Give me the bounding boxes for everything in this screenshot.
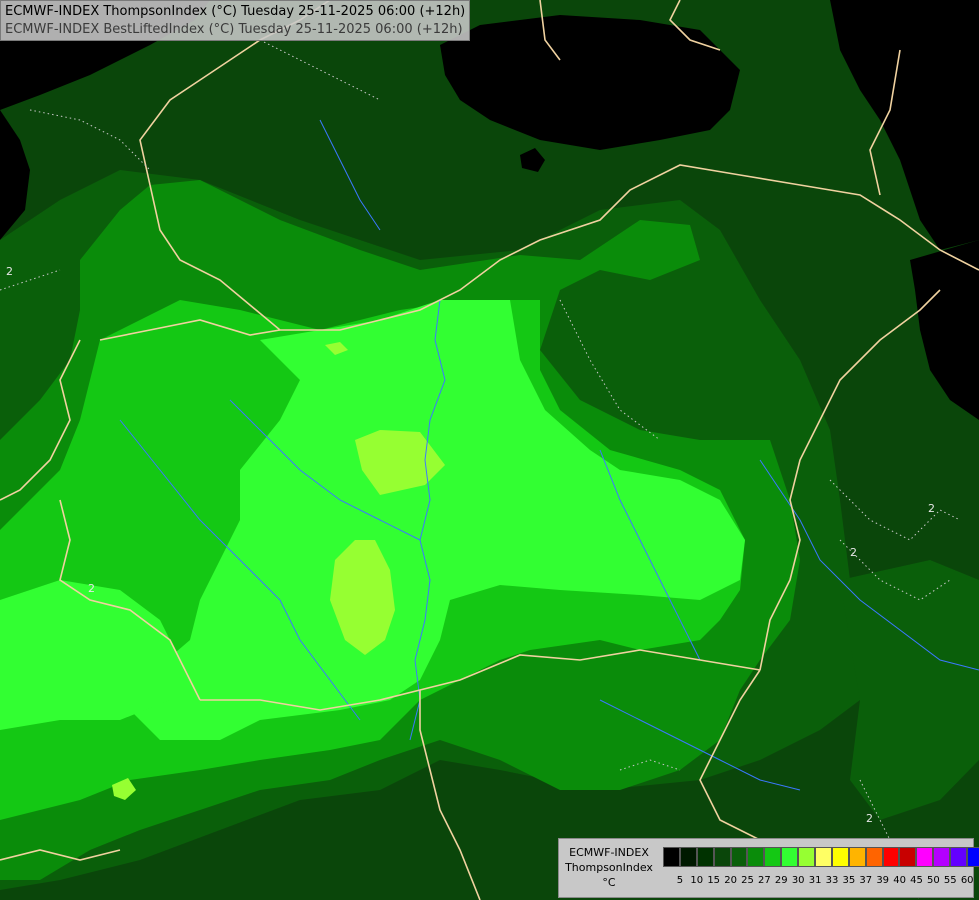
map-title-box: ECMWF-INDEX ThompsonIndex (°C) Tuesday 2… [0, 0, 471, 41]
legend-color-swatch [950, 847, 968, 867]
legend-color-swatch [747, 847, 765, 867]
legend-color-swatch [916, 847, 934, 867]
legend-color-swatch [730, 847, 748, 867]
color-legend: ECMWF-INDEX ThompsonIndex °C 5 10 15 20 25 27… [558, 838, 979, 898]
legend-color-bar [663, 847, 979, 867]
legend-color-swatch [933, 847, 951, 867]
legend-color-swatch [865, 847, 883, 867]
legend-tick-label: 15 [707, 875, 721, 886]
contour-label: 2 [928, 502, 935, 515]
legend-tick-label: 35 [842, 875, 856, 886]
legend-color-swatch [831, 847, 849, 867]
map-title-thompson: ECMWF-INDEX ThompsonIndex (°C) Tuesday 2… [5, 4, 466, 19]
legend-color-swatch [815, 847, 832, 867]
legend-tick-label: 33 [825, 875, 839, 886]
legend-tick-label: 39 [876, 875, 890, 886]
legend-color-swatch [848, 847, 866, 867]
legend-color-swatch [798, 847, 816, 867]
legend-tick-label: 29 [774, 875, 788, 886]
legend-tick-label: 60 [960, 875, 974, 886]
legend-tick-label: 20 [724, 875, 737, 886]
legend-color-swatch [899, 847, 917, 867]
legend-unit: °C [602, 876, 616, 889]
legend-title: ECMWF-INDEX ThompsonIndex °C [561, 845, 657, 890]
contour-label: 2 [850, 546, 857, 559]
legend-source: ECMWF-INDEX [569, 846, 649, 859]
weather-map: 2 2 2 2 2 [0, 0, 979, 900]
legend-tick-label: 37 [859, 875, 873, 886]
legend-variable: ThompsonIndex [565, 861, 653, 874]
legend-color-swatch [882, 847, 900, 867]
legend-labels: 5 10 15 20 25 27 29 30 31 33 35 37 39 40 45 50 55 60 [663, 875, 974, 889]
legend-tick-label: 31 [808, 875, 822, 886]
legend-color-swatch [781, 847, 799, 867]
contour-label: 2 [866, 812, 873, 825]
contour-label: 2 [6, 265, 13, 278]
legend-color-swatch [696, 847, 714, 867]
legend-color-swatch [679, 847, 697, 867]
contour-label: 2 [88, 582, 95, 595]
legend-tick-label: 25 [741, 875, 754, 886]
legend-tick-label: 40 [893, 875, 906, 886]
legend-tick-label: 45 [910, 875, 923, 886]
legend-color-swatch [967, 847, 979, 867]
legend-tick-label: 30 [791, 875, 805, 886]
legend-color-swatch [764, 847, 782, 867]
legend-tick-label: 10 [690, 875, 704, 886]
legend-tick-label: 50 [927, 875, 940, 886]
map-title-lifted: ECMWF-INDEX BestLiftedIndex (°C) Tuesday… [5, 22, 463, 37]
legend-tick-label: 5 [676, 875, 684, 886]
legend-tick-label: 55 [943, 875, 957, 886]
legend-color-swatch [663, 847, 680, 867]
legend-color-swatch [713, 847, 731, 867]
legend-tick-label: 27 [758, 875, 771, 886]
